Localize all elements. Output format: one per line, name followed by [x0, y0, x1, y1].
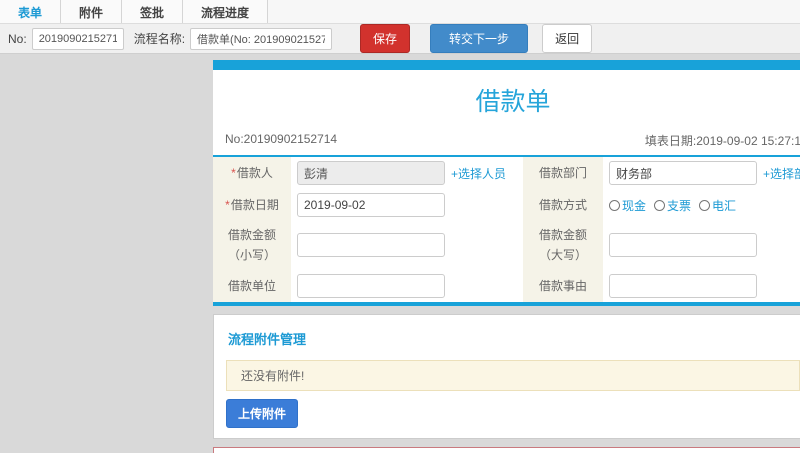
forward-next-step-button[interactable]: 转交下一步 — [430, 24, 529, 53]
loan-form-panel: 借款单 No:20190902152714 填表日期:2019-09-02 15… — [213, 60, 800, 306]
loan-reason-input[interactable] — [609, 273, 757, 298]
method-wire-option[interactable]: 电汇 — [699, 197, 736, 214]
method-cash-option[interactable]: 现金 — [609, 197, 646, 214]
amount-upper-label: 借款金额（大写） — [523, 221, 603, 270]
tab-bar: 表单 附件 签批 流程进度 — [0, 0, 800, 24]
action-toolbar: No: 流程名称: 保存 转交下一步 返回 — [0, 24, 800, 54]
select-department-link[interactable]: +选择部门 — [763, 165, 800, 182]
amount-lower-field — [291, 221, 523, 270]
tab-progress[interactable]: 流程进度 — [183, 0, 269, 23]
form-no-text: No:20190902152714 — [225, 132, 338, 146]
loan-unit-input[interactable] — [297, 273, 445, 298]
form-grid: *借款人 +选择人员 借款部门 +选择部门 *借款日期 借款方式 — [213, 157, 800, 302]
method-cash-radio[interactable] — [609, 199, 620, 211]
form-title: 借款单 — [475, 88, 551, 116]
back-button[interactable]: 返回 — [542, 24, 593, 53]
method-check-option[interactable]: 支票 — [654, 197, 691, 214]
tab-approval[interactable]: 签批 — [122, 0, 184, 23]
department-field: +选择部门 — [603, 157, 800, 189]
loan-reason-label: 借款事由 — [523, 269, 603, 302]
tab-attachments[interactable]: 附件 — [61, 0, 123, 23]
main-content: 借款单 No:20190902152714 填表日期:2019-09-02 15… — [213, 60, 800, 453]
form-date-text: 填表日期:2019-09-02 15:27:1 — [644, 134, 800, 148]
borrower-label: *借款人 — [213, 157, 291, 189]
no-label: No: — [8, 31, 27, 46]
amount-upper-input[interactable] — [609, 233, 757, 258]
loan-date-label: *借款日期 — [213, 189, 291, 221]
method-check-radio[interactable] — [654, 199, 666, 211]
approval-panel: 流程签批意见 B I abc — [213, 446, 800, 453]
no-input[interactable] — [31, 27, 124, 50]
attachments-title: 流程附件管理 — [228, 331, 307, 347]
method-wire-radio[interactable] — [699, 199, 711, 211]
process-name-input[interactable] — [190, 27, 333, 50]
no-attachments-message: 还没有附件! — [226, 359, 800, 391]
loan-date-field — [291, 189, 523, 221]
tab-form[interactable]: 表单 — [0, 0, 62, 23]
borrower-field: +选择人员 — [291, 157, 523, 189]
upload-attachment-button[interactable]: 上传附件 — [226, 398, 299, 428]
attachments-panel: 流程附件管理 还没有附件! 上传附件 — [213, 313, 800, 439]
panel-bottom-bar — [213, 301, 800, 306]
loan-reason-field — [603, 270, 800, 302]
loan-unit-field — [291, 270, 523, 302]
form-meta: No:20190902152714 填表日期:2019-09-02 15:27:… — [213, 126, 800, 157]
amount-lower-label: 借款金额（小写） — [213, 221, 291, 270]
process-name-label: 流程名称: — [133, 32, 186, 46]
loan-date-input[interactable] — [297, 193, 445, 217]
panel-top-bar — [213, 60, 800, 70]
loan-method-field: 现金 支票 电汇 — [603, 189, 800, 221]
loan-unit-label: 借款单位 — [213, 269, 291, 302]
save-button[interactable]: 保存 — [360, 24, 411, 53]
loan-method-label: 借款方式 — [523, 189, 603, 221]
amount-lower-input[interactable] — [297, 233, 445, 258]
department-label: 借款部门 — [523, 157, 603, 189]
department-input[interactable] — [609, 161, 757, 185]
borrower-input[interactable] — [297, 161, 445, 185]
amount-upper-field — [603, 221, 800, 270]
select-person-link[interactable]: +选择人员 — [451, 165, 506, 182]
